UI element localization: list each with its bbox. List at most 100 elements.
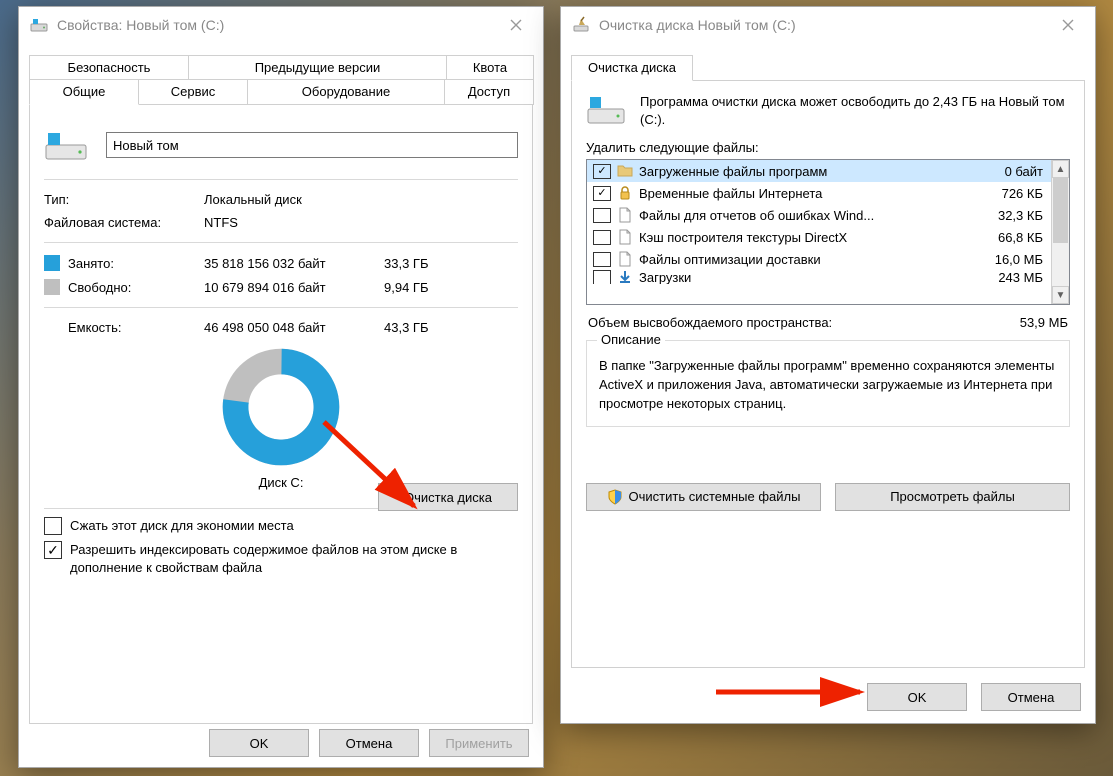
- list-item[interactable]: Загруженные файлы программ 0 байт: [587, 160, 1051, 182]
- compress-checkbox[interactable]: [44, 517, 62, 535]
- drive-icon-large: [44, 127, 88, 163]
- tab-hardware[interactable]: Оборудование: [247, 79, 445, 105]
- ok-button[interactable]: OK: [209, 729, 309, 757]
- list-item-name: Временные файлы Интернета: [639, 186, 973, 201]
- scrollbar[interactable]: ▲ ▼: [1051, 160, 1069, 304]
- cleanup-pane: Программа очистки диска может освободить…: [571, 80, 1085, 668]
- disk-cleanup-button[interactable]: Очистка диска: [378, 483, 518, 511]
- filesystem-label: Файловая система:: [44, 215, 204, 230]
- list-item-size: 243 МБ: [979, 270, 1045, 284]
- scroll-thumb[interactable]: [1053, 178, 1068, 243]
- index-checkbox[interactable]: [44, 541, 62, 559]
- free-color-swatch: [44, 279, 60, 295]
- list-item-checkbox[interactable]: [593, 270, 611, 284]
- type-value: Локальный диск: [204, 192, 518, 207]
- ok-button[interactable]: OK: [867, 683, 967, 711]
- drive-icon-medium: [586, 93, 626, 130]
- compress-label: Сжать этот диск для экономии места: [70, 517, 294, 535]
- file-icon: [617, 229, 633, 245]
- cleanup-titlebar[interactable]: Очистка диска Новый том (C:): [561, 7, 1095, 43]
- clean-system-files-button[interactable]: Очистить системные файлы: [586, 483, 821, 511]
- divider: [44, 242, 518, 243]
- properties-titlebar[interactable]: Свойства: Новый том (C:): [19, 7, 543, 43]
- list-item-name: Файлы для отчетов об ошибках Wind...: [639, 208, 973, 223]
- cleanup-window: Очистка диска Новый том (C:) Очистка дис…: [560, 6, 1096, 724]
- down-icon: [617, 270, 633, 284]
- list-item[interactable]: Загрузки 243 МБ: [587, 270, 1051, 284]
- properties-title: Свойства: Новый том (C:): [57, 17, 493, 33]
- description-groupbox: Описание В папке "Загруженные файлы прог…: [586, 340, 1070, 427]
- index-label: Разрешить индексировать содержимое файло…: [70, 541, 518, 576]
- used-gb: 33,3 ГБ: [384, 256, 454, 271]
- view-files-button[interactable]: Просмотреть файлы: [835, 483, 1070, 511]
- broom-icon: [571, 15, 591, 35]
- drive-name-input[interactable]: [106, 132, 518, 158]
- list-item-size: 726 КБ: [979, 186, 1045, 201]
- list-item[interactable]: Кэш построителя текстуры DirectX 66,8 КБ: [587, 226, 1051, 248]
- list-item-checkbox[interactable]: [593, 230, 611, 245]
- free-label: Свободно:: [68, 280, 204, 295]
- file-icon: [617, 207, 633, 223]
- free-bytes: 10 679 894 016 байт: [204, 280, 384, 295]
- usage-chart: [221, 347, 341, 467]
- tab-security[interactable]: Безопасность: [29, 55, 189, 80]
- list-item-size: 16,0 МБ: [979, 252, 1045, 267]
- apply-button[interactable]: Применить: [429, 729, 529, 757]
- scroll-up-button[interactable]: ▲: [1052, 160, 1069, 178]
- used-color-swatch: [44, 255, 60, 271]
- capacity-gb: 43,3 ГБ: [384, 320, 454, 335]
- tab-quota[interactable]: Квота: [446, 55, 534, 80]
- file-icon: [617, 251, 633, 267]
- cleanup-intro-text: Программа очистки диска может освободить…: [640, 93, 1070, 129]
- list-item-checkbox[interactable]: [593, 208, 611, 223]
- free-gb: 9,94 ГБ: [384, 280, 454, 295]
- used-bytes: 35 818 156 032 байт: [204, 256, 384, 271]
- delete-files-label: Удалить следующие файлы:: [586, 140, 1070, 155]
- used-label: Занято:: [68, 256, 204, 271]
- cleanup-footer: OK Отмена: [867, 683, 1081, 711]
- list-item[interactable]: Файлы для отчетов об ошибках Wind... 32,3…: [587, 204, 1051, 226]
- freed-space-label: Объем высвобождаемого пространства:: [588, 315, 832, 330]
- shield-icon: [607, 489, 623, 505]
- cleanup-title: Очистка диска Новый том (C:): [599, 17, 1045, 33]
- disk-chart-label: Диск C:: [259, 475, 304, 490]
- properties-tabs: Безопасность Предыдущие версии Квота Общ…: [29, 55, 533, 724]
- scroll-down-button[interactable]: ▼: [1052, 286, 1069, 304]
- close-button[interactable]: [493, 10, 539, 40]
- tab-previous-versions[interactable]: Предыдущие версии: [188, 55, 447, 80]
- list-item-name: Загрузки: [639, 270, 973, 284]
- tab-general[interactable]: Общие: [29, 79, 139, 105]
- filesystem-value: NTFS: [204, 215, 518, 230]
- list-item-checkbox[interactable]: [593, 186, 611, 201]
- properties-footer: OK Отмена Применить: [19, 729, 543, 757]
- folder-icon: [617, 163, 633, 179]
- list-item-size: 32,3 КБ: [979, 208, 1045, 223]
- general-tab-pane: Тип: Локальный диск Файловая система: NT…: [29, 104, 533, 724]
- properties-window: Свойства: Новый том (C:) Безопасность Пр…: [18, 6, 544, 768]
- divider: [44, 179, 518, 180]
- list-item[interactable]: Файлы оптимизации доставки16,0 МБ: [587, 248, 1051, 270]
- list-item-size: 0 байт: [979, 164, 1045, 179]
- tab-tools[interactable]: Сервис: [138, 79, 248, 105]
- freed-space-value: 53,9 МБ: [1020, 315, 1068, 330]
- tab-sharing[interactable]: Доступ: [444, 79, 534, 105]
- list-item-checkbox[interactable]: [593, 252, 611, 267]
- cancel-button[interactable]: Отмена: [981, 683, 1081, 711]
- lock-icon: [617, 185, 633, 201]
- cancel-button[interactable]: Отмена: [319, 729, 419, 757]
- type-label: Тип:: [44, 192, 204, 207]
- files-listbox: Загруженные файлы программ 0 байт Временны…: [586, 159, 1070, 305]
- list-item-size: 66,8 КБ: [979, 230, 1045, 245]
- clean-system-files-label: Очистить системные файлы: [629, 489, 801, 504]
- list-item-checkbox[interactable]: [593, 164, 611, 179]
- divider: [44, 307, 518, 308]
- description-legend: Описание: [597, 332, 665, 347]
- drive-icon: [29, 15, 49, 35]
- list-item-name: Загруженные файлы программ: [639, 164, 973, 179]
- close-button[interactable]: [1045, 10, 1091, 40]
- capacity-label: Емкость:: [68, 320, 204, 335]
- tab-cleanup[interactable]: Очистка диска: [571, 55, 693, 81]
- capacity-bytes: 46 498 050 048 байт: [204, 320, 384, 335]
- list-item-name: Кэш построителя текстуры DirectX: [639, 230, 973, 245]
- list-item[interactable]: Временные файлы Интернета 726 КБ: [587, 182, 1051, 204]
